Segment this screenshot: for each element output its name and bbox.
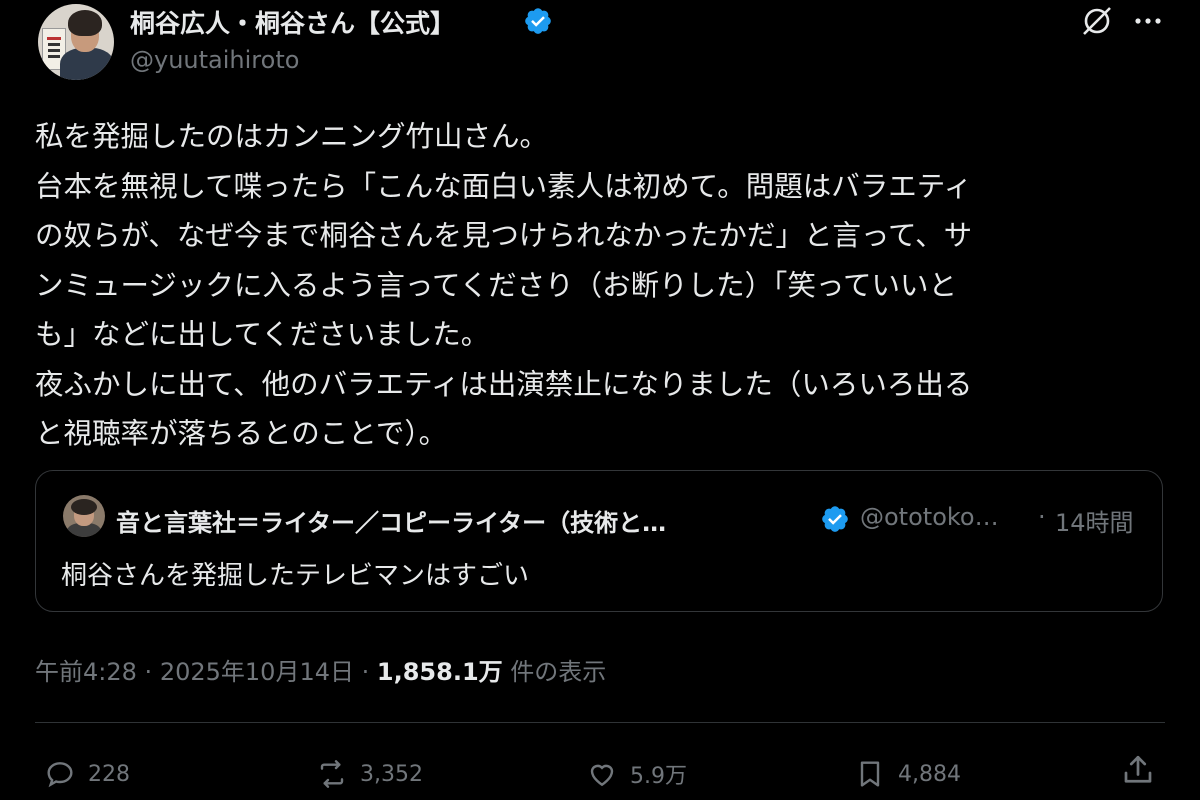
more-icon[interactable] [1130,10,1166,32]
repost-count: 3,352 [360,761,423,787]
author-display-name[interactable]: 桐谷広人・桐谷さん【公式】 [130,4,455,40]
reply-count: 228 [88,761,130,787]
quote-timestamp[interactable]: 14時間 [1055,503,1134,538]
repost-button[interactable]: 3,352 [316,754,423,794]
tweet-meta: 午前4:28 · 2025年10月14日 · 1,858.1万 件の表示 [35,652,606,687]
bookmark-icon [860,761,880,787]
tweet-line: 私を発掘したのはカンニング竹山さん。 [35,120,549,153]
quote-author-name[interactable]: 音と言葉社＝ライター／コピーライター（技術と… [116,503,666,538]
meta-separator: · [361,658,370,686]
verified-badge-icon [525,8,551,34]
quote-text: 桐谷さんを発掘したテレビマンはすごい [61,561,530,591]
bookmark-count: 4,884 [898,761,961,787]
tweet-line: ンミュージックに入るよう言ってくださり（お断りした）「笑っていいと [35,268,957,302]
grok-icon[interactable] [1080,4,1114,38]
tweet-line: の奴らが、なぜ今まで桐谷さんを見つけられなかったかだ」と言って、サ [35,219,973,252]
tweet-line: 夜ふかしに出て、他のバラエティは出演禁止になりました（いろいろ出る [35,367,973,401]
repost-icon [320,760,344,788]
author-avatar[interactable] [38,4,114,80]
like-icon [590,764,614,787]
tweet-text: 私を発掘したのはカンニング竹山さん。 台本を無視して喋ったら「こんな面白い素人は… [35,112,1175,459]
like-button[interactable]: 5.9万 [586,754,687,794]
verified-badge-icon [822,506,848,532]
views-label: 件の表示 [510,658,607,686]
reply-button[interactable]: 228 [44,754,130,794]
quote-separator: · [1038,503,1046,531]
quoted-tweet[interactable]: 音と言葉社＝ライター／コピーライター（技術と… @ototoko… · 14時間… [35,470,1163,612]
quote-author-avatar[interactable] [63,495,105,537]
bookmark-button[interactable]: 4,884 [854,754,961,794]
tweet-line: 台本を無視して喋ったら「こんな面白い素人は初めて。問題はバラエティ [35,169,973,203]
like-count: 5.9万 [630,764,687,789]
meta-separator: · [144,658,153,686]
post-date[interactable]: 2025年10月14日 [160,658,354,686]
tweet-line: も」などに出してくださいました。 [35,318,490,351]
quote-author-handle[interactable]: @ototoko… [860,503,999,531]
views-count[interactable]: 1,858.1万 [377,658,503,686]
share-icon[interactable] [1120,752,1156,788]
divider [35,722,1165,723]
tweet-line: と視聴率が落ちるとのことで）。 [35,417,448,450]
reply-icon [47,762,73,788]
author-handle[interactable]: @yuutaihiroto [130,46,299,74]
post-time[interactable]: 午前4:28 [35,658,137,686]
